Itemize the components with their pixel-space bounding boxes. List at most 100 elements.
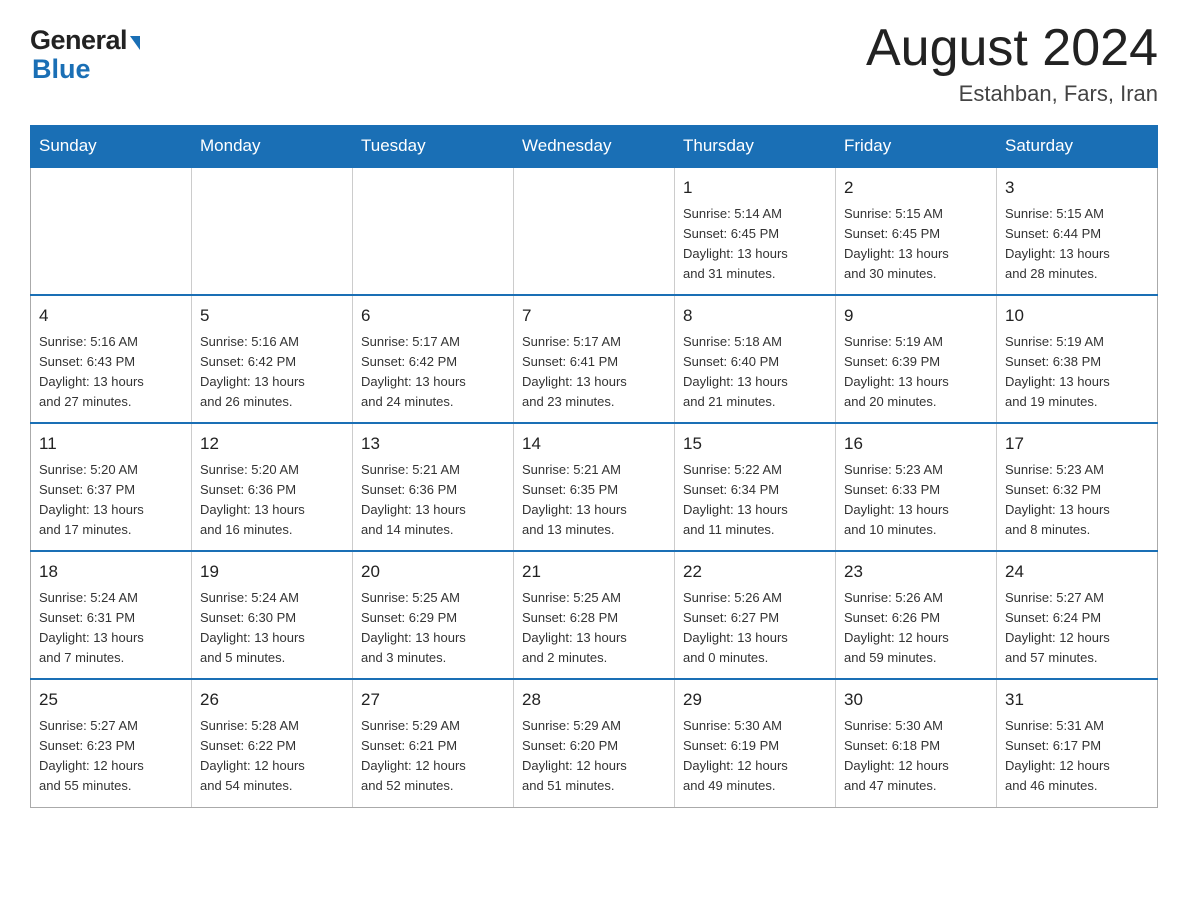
calendar-cell: 2Sunrise: 5:15 AMSunset: 6:45 PMDaylight… (836, 167, 997, 295)
calendar-cell: 20 Sunrise: 5:25 AMSunset: 6:29 PMDayligh… (353, 551, 514, 679)
calendar-week-4: 18 Sunrise: 5:24 AMSunset: 6:31 PMDayligh… (31, 551, 1158, 679)
calendar-cell: 1Sunrise: 5:14 AMSunset: 6:45 PMDaylight… (675, 167, 836, 295)
day-number: 14 (522, 431, 666, 457)
day-number: 5 (200, 303, 344, 329)
day-number: 16 (844, 431, 988, 457)
day-info: Sunrise: 5:27 AMSunset: 6:24 PMDaylight:… (1005, 588, 1149, 669)
day-info: Sunrise: 5:24 AMSunset: 6:31 PMDaylight:… (39, 588, 183, 669)
weekday-header-thursday: Thursday (675, 126, 836, 168)
day-info: Sunrise: 5:16 AMSunset: 6:42 PMDaylight:… (200, 332, 344, 413)
day-number: 24 (1005, 559, 1149, 585)
day-number: 22 (683, 559, 827, 585)
calendar-cell: 31Sunrise: 5:31 AMSunset: 6:17 PMDayligh… (997, 679, 1158, 807)
calendar-cell: 14 Sunrise: 5:21 AMSunset: 6:35 PMDayligh… (514, 423, 675, 551)
day-number: 27 (361, 687, 505, 713)
calendar-cell (353, 167, 514, 295)
day-number: 1 (683, 175, 827, 201)
day-info: Sunrise: 5:27 AMSunset: 6:23 PMDaylight:… (39, 716, 183, 797)
calendar-cell: 15 Sunrise: 5:22 AMSunset: 6:34 PMDayligh… (675, 423, 836, 551)
day-number: 9 (844, 303, 988, 329)
calendar-cell: 18 Sunrise: 5:24 AMSunset: 6:31 PMDayligh… (31, 551, 192, 679)
calendar-cell: 16 Sunrise: 5:23 AMSunset: 6:33 PMDayligh… (836, 423, 997, 551)
day-info: Sunrise: 5:16 AMSunset: 6:43 PMDaylight:… (39, 332, 183, 413)
day-info: Sunrise: 5:22 AMSunset: 6:34 PMDaylight:… (683, 460, 827, 541)
calendar-cell: 9Sunrise: 5:19 AMSunset: 6:39 PMDaylight… (836, 295, 997, 423)
day-info: Sunrise: 5:21 AMSunset: 6:36 PMDaylight:… (361, 460, 505, 541)
calendar-cell: 4Sunrise: 5:16 AMSunset: 6:43 PMDaylight… (31, 295, 192, 423)
calendar-cell: 17Sunrise: 5:23 AMSunset: 6:32 PMDayligh… (997, 423, 1158, 551)
day-info: Sunrise: 5:21 AMSunset: 6:35 PMDaylight:… (522, 460, 666, 541)
day-number: 25 (39, 687, 183, 713)
day-info: Sunrise: 5:25 AMSunset: 6:28 PMDaylight:… (522, 588, 666, 669)
calendar-cell (31, 167, 192, 295)
day-info: Sunrise: 5:26 AMSunset: 6:27 PMDaylight:… (683, 588, 827, 669)
day-number: 13 (361, 431, 505, 457)
calendar-header: SundayMondayTuesdayWednesdayThursdayFrid… (31, 126, 1158, 168)
calendar-cell (514, 167, 675, 295)
calendar-cell: 7 Sunrise: 5:17 AMSunset: 6:41 PMDaylight… (514, 295, 675, 423)
calendar-cell: 26Sunrise: 5:28 AMSunset: 6:22 PMDayligh… (192, 679, 353, 807)
title-block: August 2024 Estahban, Fars, Iran (866, 20, 1158, 107)
page-title: August 2024 (866, 20, 1158, 77)
calendar-cell: 8 Sunrise: 5:18 AMSunset: 6:40 PMDaylight… (675, 295, 836, 423)
day-info: Sunrise: 5:29 AMSunset: 6:21 PMDaylight:… (361, 716, 505, 797)
day-number: 8 (683, 303, 827, 329)
logo-general-text: General (30, 25, 127, 56)
calendar-cell: 24 Sunrise: 5:27 AMSunset: 6:24 PMDayligh… (997, 551, 1158, 679)
calendar-week-3: 11 Sunrise: 5:20 AMSunset: 6:37 PMDayligh… (31, 423, 1158, 551)
day-info: Sunrise: 5:25 AMSunset: 6:29 PMDaylight:… (361, 588, 505, 669)
page-header: General Blue August 2024 Estahban, Fars,… (30, 20, 1158, 107)
calendar-cell: 12 Sunrise: 5:20 AMSunset: 6:36 PMDayligh… (192, 423, 353, 551)
calendar-body: 1Sunrise: 5:14 AMSunset: 6:45 PMDaylight… (31, 167, 1158, 807)
calendar-cell: 5 Sunrise: 5:16 AMSunset: 6:42 PMDaylight… (192, 295, 353, 423)
day-info: Sunrise: 5:24 AMSunset: 6:30 PMDaylight:… (200, 588, 344, 669)
day-info: Sunrise: 5:17 AMSunset: 6:41 PMDaylight:… (522, 332, 666, 413)
day-number: 30 (844, 687, 988, 713)
calendar-cell (192, 167, 353, 295)
calendar-cell: 10Sunrise: 5:19 AMSunset: 6:38 PMDayligh… (997, 295, 1158, 423)
calendar-cell: 28 Sunrise: 5:29 AMSunset: 6:20 PMDayligh… (514, 679, 675, 807)
day-number: 29 (683, 687, 827, 713)
day-info: Sunrise: 5:20 AMSunset: 6:36 PMDaylight:… (200, 460, 344, 541)
day-number: 20 (361, 559, 505, 585)
logo-arrow-icon (130, 36, 140, 50)
weekday-header-friday: Friday (836, 126, 997, 168)
day-info: Sunrise: 5:19 AMSunset: 6:38 PMDaylight:… (1005, 332, 1149, 413)
calendar-cell: 22 Sunrise: 5:26 AMSunset: 6:27 PMDayligh… (675, 551, 836, 679)
calendar-cell: 11 Sunrise: 5:20 AMSunset: 6:37 PMDayligh… (31, 423, 192, 551)
calendar-cell: 6Sunrise: 5:17 AMSunset: 6:42 PMDaylight… (353, 295, 514, 423)
day-number: 7 (522, 303, 666, 329)
day-number: 26 (200, 687, 344, 713)
calendar-cell: 3Sunrise: 5:15 AMSunset: 6:44 PMDaylight… (997, 167, 1158, 295)
day-number: 18 (39, 559, 183, 585)
calendar-week-1: 1Sunrise: 5:14 AMSunset: 6:45 PMDaylight… (31, 167, 1158, 295)
calendar-cell: 29 Sunrise: 5:30 AMSunset: 6:19 PMDayligh… (675, 679, 836, 807)
logo-blue-text: Blue (32, 54, 91, 84)
weekday-header-sunday: Sunday (31, 126, 192, 168)
day-info: Sunrise: 5:26 AMSunset: 6:26 PMDaylight:… (844, 588, 988, 669)
weekday-header-tuesday: Tuesday (353, 126, 514, 168)
day-info: Sunrise: 5:31 AMSunset: 6:17 PMDaylight:… (1005, 716, 1149, 797)
day-info: Sunrise: 5:18 AMSunset: 6:40 PMDaylight:… (683, 332, 827, 413)
calendar-week-2: 4Sunrise: 5:16 AMSunset: 6:43 PMDaylight… (31, 295, 1158, 423)
day-info: Sunrise: 5:29 AMSunset: 6:20 PMDaylight:… (522, 716, 666, 797)
calendar-table: SundayMondayTuesdayWednesdayThursdayFrid… (30, 125, 1158, 807)
day-info: Sunrise: 5:15 AMSunset: 6:44 PMDaylight:… (1005, 204, 1149, 285)
day-number: 19 (200, 559, 344, 585)
day-number: 15 (683, 431, 827, 457)
day-info: Sunrise: 5:23 AMSunset: 6:33 PMDaylight:… (844, 460, 988, 541)
day-info: Sunrise: 5:30 AMSunset: 6:19 PMDaylight:… (683, 716, 827, 797)
logo: General Blue (30, 20, 140, 85)
day-info: Sunrise: 5:17 AMSunset: 6:42 PMDaylight:… (361, 332, 505, 413)
weekday-header-wednesday: Wednesday (514, 126, 675, 168)
day-number: 2 (844, 175, 988, 201)
day-number: 28 (522, 687, 666, 713)
day-number: 11 (39, 431, 183, 457)
calendar-cell: 13 Sunrise: 5:21 AMSunset: 6:36 PMDayligh… (353, 423, 514, 551)
day-info: Sunrise: 5:20 AMSunset: 6:37 PMDaylight:… (39, 460, 183, 541)
day-number: 12 (200, 431, 344, 457)
calendar-cell: 21Sunrise: 5:25 AMSunset: 6:28 PMDayligh… (514, 551, 675, 679)
calendar-cell: 23Sunrise: 5:26 AMSunset: 6:26 PMDayligh… (836, 551, 997, 679)
page-subtitle: Estahban, Fars, Iran (866, 81, 1158, 107)
day-info: Sunrise: 5:23 AMSunset: 6:32 PMDaylight:… (1005, 460, 1149, 541)
